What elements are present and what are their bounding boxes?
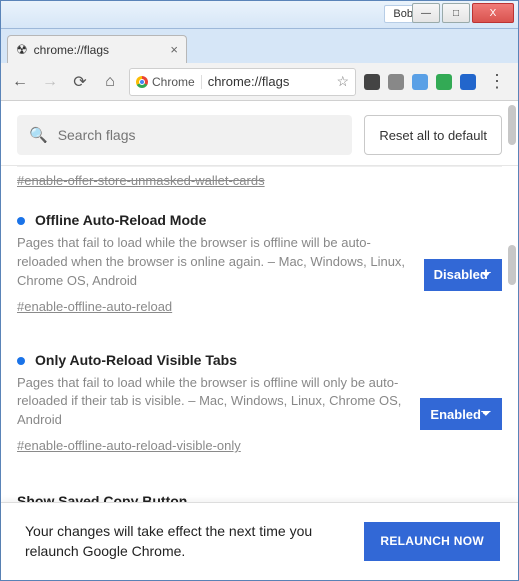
flag-title: Only Auto-Reload Visible Tabs	[35, 352, 237, 368]
reload-button[interactable]: ⟳	[69, 71, 91, 93]
flag-anchor-link[interactable]: #enable-offer-store-unmasked-wallet-card…	[17, 166, 502, 190]
flag-title: Offline Auto-Reload Mode	[35, 212, 206, 228]
origin-chip-label: Chrome	[152, 75, 195, 89]
chrome-icon	[136, 76, 148, 88]
flag-anchor-link[interactable]: #enable-offline-auto-reload	[17, 299, 172, 314]
flags-list: #enable-offer-store-unmasked-wallet-card…	[1, 166, 518, 503]
relaunch-message: Your changes will take effect the next t…	[19, 522, 348, 561]
search-box[interactable]: 🔍	[17, 115, 352, 155]
app-window: Bob — □ X ☢ chrome://flags × ← → ⟳ ⌂ Chr…	[0, 0, 519, 581]
window-buttons: — □ X	[412, 3, 514, 23]
scroll-thumb[interactable]	[508, 105, 516, 145]
flag-item: Offline Auto-Reload Mode Pages that fail…	[17, 190, 502, 330]
extension-icon[interactable]	[436, 74, 452, 90]
tab-title: chrome://flags	[34, 43, 165, 57]
maximize-button[interactable]: □	[442, 3, 470, 23]
flag-description: Pages that fail to load while the browse…	[17, 234, 406, 291]
relaunch-now-button[interactable]: RELAUNCH NOW	[364, 522, 500, 561]
flag-title: Show Saved Copy Button	[17, 469, 502, 503]
bookmark-star-icon[interactable]: ☆	[336, 73, 349, 90]
flag-description: Pages that fail to load while the browse…	[17, 374, 402, 431]
radiation-icon: ☢	[16, 42, 28, 58]
flag-anchor-link[interactable]: #enable-offline-auto-reload-visible-only	[17, 438, 241, 453]
back-button[interactable]: ←	[9, 71, 31, 93]
scrollbar[interactable]	[504, 101, 516, 580]
search-icon: 🔍	[29, 126, 48, 144]
modified-dot-icon	[17, 357, 25, 365]
flags-header: 🔍 Reset all to default	[1, 101, 518, 166]
menu-button[interactable]: ⋮	[484, 71, 510, 92]
minimize-button[interactable]: —	[412, 3, 440, 23]
extension-icon[interactable]	[364, 74, 380, 90]
toolbar: ← → ⟳ ⌂ Chrome chrome://flags ☆ ⋮	[1, 63, 518, 101]
titlebar: Bob — □ X	[1, 1, 518, 29]
home-button[interactable]: ⌂	[99, 71, 121, 93]
origin-chip: Chrome	[136, 75, 202, 89]
relaunch-bar: Your changes will take effect the next t…	[1, 502, 518, 580]
extension-icons	[364, 74, 476, 90]
close-tab-icon[interactable]: ×	[170, 42, 178, 57]
page-content: 🔍 Reset all to default #enable-offer-sto…	[1, 101, 518, 580]
extension-icon[interactable]	[388, 74, 404, 90]
flag-item: Only Auto-Reload Visible Tabs Pages that…	[17, 330, 502, 470]
search-input[interactable]	[58, 127, 341, 143]
reset-all-button[interactable]: Reset all to default	[364, 115, 502, 155]
extension-icon[interactable]	[412, 74, 428, 90]
flag-state-select[interactable]: Disabled	[424, 259, 502, 291]
tabstrip: ☢ chrome://flags ×	[1, 29, 518, 63]
flag-state-select[interactable]: Enabled	[420, 398, 502, 430]
modified-dot-icon	[17, 217, 25, 225]
scroll-thumb[interactable]	[508, 245, 516, 285]
browser-tab[interactable]: ☢ chrome://flags ×	[7, 35, 187, 63]
extension-icon[interactable]	[460, 74, 476, 90]
forward-button: →	[39, 71, 61, 93]
omnibox[interactable]: Chrome chrome://flags ☆	[129, 68, 356, 96]
url-text: chrome://flags	[208, 74, 331, 89]
close-window-button[interactable]: X	[472, 3, 514, 23]
